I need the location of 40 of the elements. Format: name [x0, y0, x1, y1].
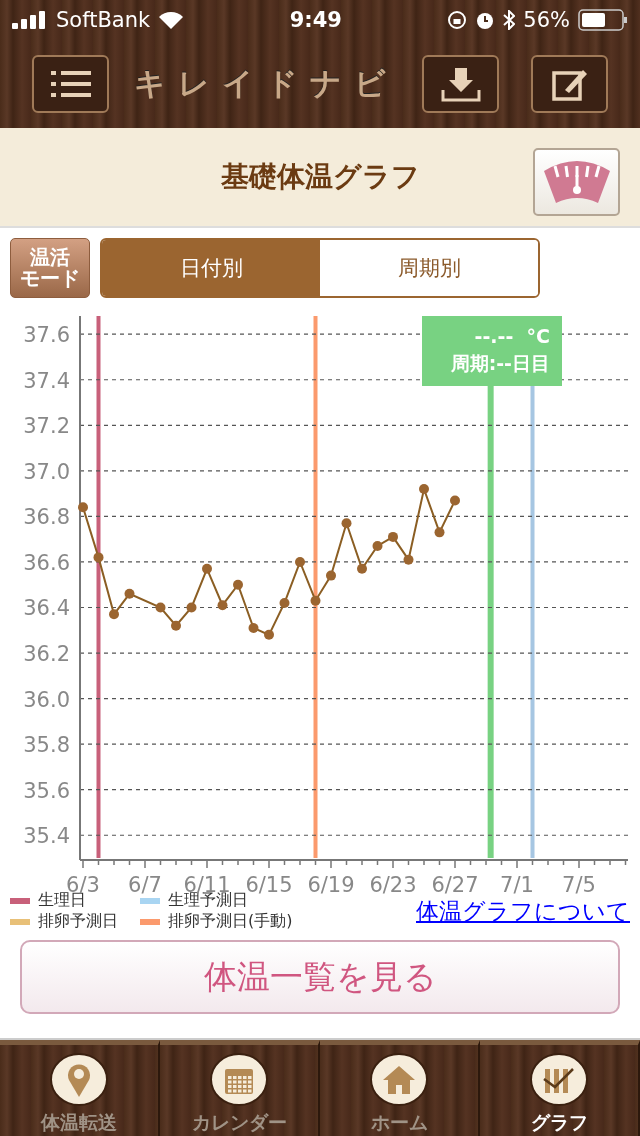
y-axis-label: 37.6 [23, 323, 70, 348]
tab-label: 体温転送 [41, 1110, 117, 1135]
tab-label: グラフ [530, 1110, 588, 1135]
y-axis-label: 37.2 [23, 414, 70, 439]
x-axis-label: 6/19 [307, 873, 355, 897]
x-axis-label: 6/23 [369, 873, 417, 897]
page-title: 基礎体温グラフ [220, 159, 420, 195]
cycle-day: 周期:--日目 [450, 351, 550, 377]
x-axis-label: 7/5 [562, 873, 596, 897]
tab-label: カレンダー [191, 1110, 287, 1135]
y-axis-label: 35.4 [23, 824, 70, 849]
tab-bar-item[interactable]: 体温転送 [0, 1040, 160, 1136]
y-axis-label: 36.0 [23, 687, 70, 712]
x-axis-label: 7/1 [500, 873, 534, 897]
y-axis-label: 37.4 [23, 368, 70, 393]
y-axis-label: 35.6 [23, 778, 70, 803]
legend-label: 排卵予測日 [38, 911, 118, 932]
x-axis-label: 6/7 [128, 873, 162, 897]
warm-mode-button[interactable]: 温活 モード [10, 238, 90, 298]
x-axis-label: 6/27 [431, 873, 479, 897]
clock-time: 9:49 [289, 8, 342, 32]
y-axis-label: 36.4 [23, 596, 70, 621]
y-axis-label: 35.8 [23, 733, 70, 758]
carrier-name: SoftBank [56, 8, 151, 32]
battery-percent: 56% [523, 8, 570, 32]
y-axis-label: 36.2 [23, 642, 70, 667]
segment-tab[interactable]: 日付別 [102, 240, 320, 296]
y-axis-label: 36.8 [23, 505, 70, 530]
x-axis-label: 6/15 [245, 873, 293, 897]
y-axis-label: 37.0 [23, 459, 70, 484]
legend-label: 排卵予測日(手動) [168, 911, 293, 932]
y-axis-label: 36.6 [23, 550, 70, 575]
about-graph-link[interactable]: 体温グラフについて [416, 896, 630, 927]
view-list-button[interactable]: 体温一覧を見る [20, 940, 620, 1014]
tab-label: ホーム [370, 1110, 428, 1135]
app-title: キレイドナビ [132, 64, 399, 103]
tab-bar-item[interactable]: カレンダー [160, 1040, 320, 1136]
temperature-reading: --.-- °C [474, 325, 550, 347]
tab-bar-item[interactable]: ホーム [320, 1040, 480, 1136]
tab-bar-item[interactable]: グラフ [480, 1040, 640, 1136]
